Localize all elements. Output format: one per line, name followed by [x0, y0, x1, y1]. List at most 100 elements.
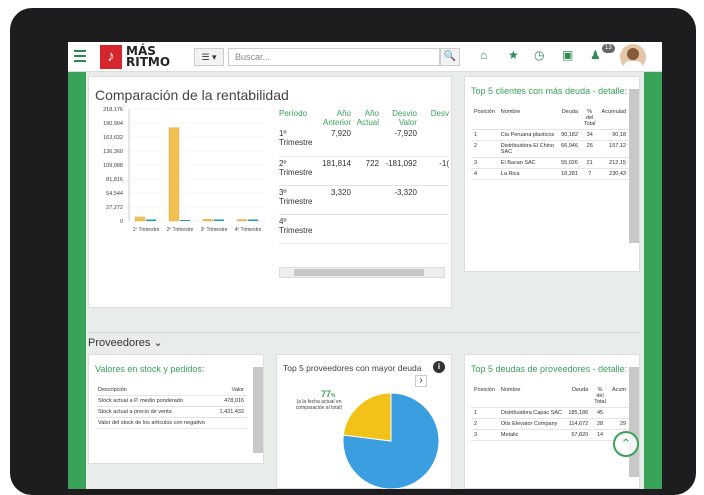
- cell-posicion: 2: [474, 421, 478, 427]
- y-tick-label: 218,176: [103, 107, 123, 113]
- table-header: Posición Nombre Deuda % del Total Acumul…: [471, 107, 629, 130]
- table-row[interactable]: Valor del stock de los artículos con neg…: [95, 418, 247, 429]
- x-tick-label: 2º Trimestre: [167, 227, 194, 233]
- table-row[interactable]: 3 El Bacan SAC 55,026 21 212,15: [471, 158, 629, 169]
- cell-desv: [417, 185, 449, 214]
- cell-pct: 7: [588, 171, 592, 177]
- scrollbar-thumb[interactable]: [294, 269, 424, 276]
- vertical-scrollbar[interactable]: [629, 367, 639, 477]
- clientes-title: Top 5 clientes con más deuda - detalle:: [471, 86, 628, 96]
- cell-posicion: 2: [474, 143, 478, 149]
- col-valor: Valor: [231, 387, 244, 393]
- bell-icon[interactable]: ♟: [590, 48, 601, 62]
- cell-anterior: [319, 214, 351, 243]
- cell-deuda: 57,820: [571, 432, 589, 438]
- calendar-icon[interactable]: ▣: [562, 48, 573, 62]
- table-row[interactable]: Stock actual a P. medio ponderado 478,016: [95, 396, 247, 407]
- cell-periodo: 3º Trimestre: [279, 187, 313, 206]
- cell-anterior: 7,920: [330, 129, 351, 138]
- chevron-down-icon[interactable]: ⌄: [153, 337, 162, 349]
- cell-pct: 26: [586, 143, 593, 149]
- cell-nombre: Otis Elevator Company: [500, 421, 558, 427]
- app-screen: ♪ MÁS RITMO ☰ ▾ Buscar... 🔍 ⌂ ★ ◷ ▣ ♟ 1 3 …: [68, 42, 662, 489]
- stock-panel: Valores en stock y pedidos: Descripción …: [88, 354, 264, 464]
- cell-descripcion: Valor del stock de los artículos con neg…: [98, 420, 205, 426]
- section-divider: [88, 332, 640, 333]
- y-tick-label: 81,816: [106, 177, 123, 183]
- clock-icon[interactable]: ◷: [534, 48, 544, 62]
- table-header: Período Año Anterior Año Actual Desvío V…: [279, 109, 449, 127]
- col-nombre: Nombre: [500, 109, 521, 115]
- next-arrow-icon[interactable]: ›: [415, 375, 427, 387]
- col-desvio: Desvío Valor: [392, 109, 417, 127]
- bar: [248, 219, 258, 221]
- rentabilidad-panel: Comparación de la rentabilidad 218,176 19…: [88, 76, 452, 308]
- proveedores-label: Proveedores: [88, 337, 151, 349]
- brand-line-2: RITMO: [126, 55, 171, 69]
- rentabilidad-title: Comparación de la rentabilidad: [95, 87, 289, 103]
- table-row[interactable]: Stock actual a precio de venta 1,431,432: [95, 407, 247, 418]
- y-tick-label: 109,088: [103, 163, 123, 169]
- col-acum: Acumulad: [601, 109, 626, 115]
- col-actual: Año Actual: [356, 109, 379, 127]
- x-tick-label: 3º Trimestre: [201, 227, 228, 233]
- cell-nombre: Cia Peruana plasticos: [500, 132, 555, 138]
- deudas-panel: Top 5 deudas de proveedores - detalle: P…: [464, 354, 640, 489]
- info-icon[interactable]: i: [433, 361, 445, 373]
- deudas-table: Posición Nombre Deuda % del Total Acum 1…: [471, 385, 629, 441]
- col-pct: % del Total: [594, 387, 606, 405]
- vertical-scrollbar[interactable]: [253, 367, 263, 453]
- cell-posicion: 3: [474, 160, 478, 166]
- search-icon[interactable]: 🔍: [440, 48, 460, 66]
- cell-desvio: -3,320: [394, 187, 417, 197]
- cell-desv: [417, 127, 449, 156]
- col-acum: Acum: [611, 387, 626, 393]
- menu-icon[interactable]: [74, 50, 86, 62]
- y-tick-label: 0: [120, 219, 123, 225]
- cell-actual: [351, 127, 379, 156]
- proveedores-heading[interactable]: Proveedores ⌄: [88, 336, 163, 349]
- cell-acum: [609, 408, 629, 419]
- table-row[interactable]: 2º Trimestre 181,814 722 -181,092 -1(: [279, 156, 449, 185]
- table-row[interactable]: 1 Cia Peruana plasticos 90,182 34 90,18: [471, 130, 629, 141]
- home-icon[interactable]: ⌂: [480, 48, 487, 62]
- table-row[interactable]: 3Metalic57,8201435: [471, 430, 629, 441]
- col-descripcion: Descripción: [98, 387, 127, 393]
- cell-desv: [417, 214, 449, 243]
- cell-nombre: Distribuidora El Chino SAC: [500, 143, 554, 155]
- top5-proveedores-title: Top 5 proveedores con mayor deuda: [283, 363, 422, 373]
- vertical-scrollbar[interactable]: [629, 89, 639, 243]
- y-tick-label: 27,272: [106, 205, 123, 211]
- y-tick-label: 190,904: [103, 121, 123, 127]
- table-row[interactable]: 2 Distribuidora El Chino SAC 66,946 26 157,1…: [471, 141, 629, 158]
- table-row[interactable]: 1º Trimestre 7,920 -7,920: [279, 127, 449, 156]
- cell-posicion: 4: [474, 171, 478, 177]
- col-deuda: Deuda: [571, 387, 589, 393]
- table-row[interactable]: 2 Otis Elevator Company 114,672 28 29: [471, 419, 629, 430]
- notification-count: 13: [602, 44, 615, 53]
- cell-deuda: 18,281: [561, 171, 578, 177]
- search-input[interactable]: Buscar...: [228, 48, 440, 66]
- table-row[interactable]: 4 La Rica 18,281 7 230,43: [471, 169, 629, 180]
- bar: [134, 216, 146, 222]
- table-row[interactable]: 3º Trimestre 3,320 -3,320: [279, 185, 449, 214]
- horizontal-scrollbar[interactable]: [279, 267, 445, 278]
- table-row[interactable]: 1 Distribuidora Capac SAC 185,186 45: [471, 408, 629, 419]
- person-icon: [624, 48, 642, 70]
- cell-deuda: 66,946: [561, 143, 578, 149]
- star-icon[interactable]: ★: [508, 48, 519, 62]
- right-green-strip: [644, 72, 662, 489]
- table-row[interactable]: 4º Trimestre: [279, 214, 449, 243]
- brand-name: MÁS RITMO: [126, 45, 171, 69]
- bar: [180, 220, 190, 221]
- list-menu-button[interactable]: ☰ ▾: [194, 48, 224, 66]
- cell-periodo: 1º Trimestre: [279, 129, 313, 147]
- avatar[interactable]: [620, 44, 646, 70]
- scroll-up-icon[interactable]: ⌃: [613, 431, 639, 457]
- cell-desv: -1(: [439, 158, 449, 168]
- stock-table: Descripción Valor Stock actual a P. medi…: [95, 385, 247, 429]
- clientes-panel: Top 5 clientes con más deuda - detalle: …: [464, 76, 640, 272]
- cell-acum: 212,15: [609, 160, 626, 166]
- logo-icon: ♪: [100, 45, 122, 69]
- cell-desvio: -181,092: [385, 158, 417, 168]
